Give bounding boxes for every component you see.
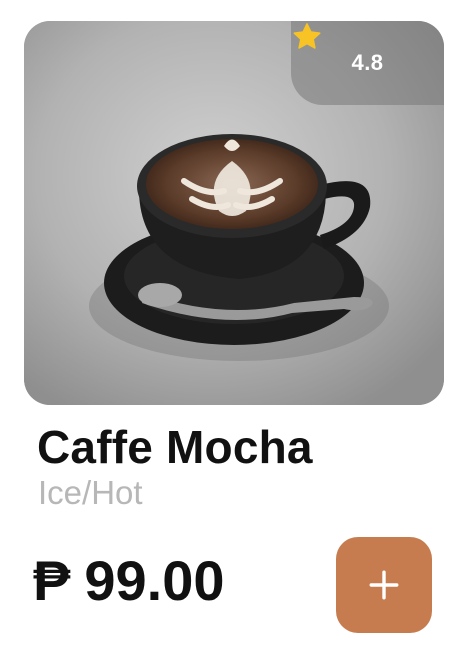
product-variant: Ice/Hot — [38, 474, 143, 511]
star-icon — [293, 23, 321, 49]
product-image: 4.8 — [24, 21, 444, 405]
plus-icon — [369, 570, 399, 600]
product-card[interactable]: 4.8 Caffe Mocha Ice/Hot ₱ 99.00 — [0, 0, 468, 666]
product-title: Caffe Mocha — [37, 421, 313, 473]
currency-symbol: ₱ — [33, 549, 71, 612]
product-price: ₱ 99.00 — [33, 548, 225, 613]
price-value: 99.00 — [84, 549, 225, 612]
add-to-cart-button[interactable] — [336, 537, 432, 633]
rating-badge: 4.8 — [291, 21, 444, 105]
rating-value: 4.8 — [351, 50, 384, 75]
